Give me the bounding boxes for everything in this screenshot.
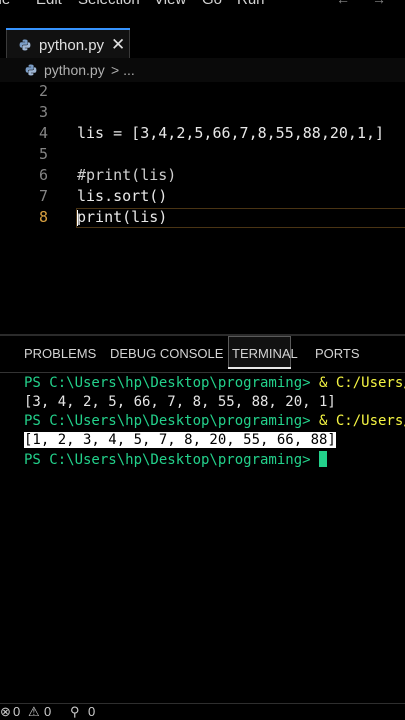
line-number: 8 bbox=[38, 208, 48, 226]
terminal-output: [3, 4, 2, 5, 66, 7, 8, 55, 88, 20, 1] bbox=[24, 394, 336, 410]
code-text: #print(lis) bbox=[77, 166, 177, 184]
warning-icon[interactable]: ⚠ bbox=[28, 704, 40, 720]
code-editor[interactable]: 2 3 4 lis = [3,4,2,5,66,7,8,55,88,20,1,]… bbox=[0, 82, 405, 334]
back-arrow-icon[interactable]: ← bbox=[336, 0, 350, 7]
code-line[interactable]: 6 #print(lis) bbox=[0, 166, 405, 187]
terminal-output-selected: [1, 2, 3, 4, 5, 7, 8, 20, 55, 66, 88] bbox=[24, 432, 336, 448]
breadcrumb-symbols[interactable]: > ... bbox=[111, 62, 135, 78]
status-bar: ⊗ 0 ⚠ 0 ⚲ 0 bbox=[0, 703, 405, 720]
menu-view[interactable]: View bbox=[154, 0, 186, 8]
terminal-command bbox=[311, 452, 319, 468]
active-tab-underline bbox=[228, 367, 291, 369]
line-number: 4 bbox=[38, 124, 48, 142]
text-caret bbox=[77, 210, 78, 226]
tab-label: python.py bbox=[39, 37, 105, 54]
code-text: lis.sort() bbox=[77, 187, 168, 205]
tab-debug-console[interactable]: DEBUG CONSOLE bbox=[110, 346, 223, 361]
terminal-command: & C:/Users/h bbox=[319, 375, 405, 391]
tab-problems[interactable]: PROBLEMS bbox=[24, 346, 96, 361]
code-line[interactable]: 4 lis = [3,4,2,5,66,7,8,55,88,20,1,] bbox=[0, 124, 405, 145]
breadcrumb-file[interactable]: python.py bbox=[44, 62, 105, 78]
menu-bar: File Edit Selection View Go Run ← → bbox=[0, 0, 405, 8]
close-icon[interactable]: ✕ bbox=[111, 35, 125, 55]
menu-go[interactable]: Go bbox=[202, 0, 222, 8]
editor-tab-bar: python.py ✕ bbox=[0, 8, 405, 62]
terminal-line: PS C:\Users\hp\Desktop\programing> bbox=[24, 451, 328, 470]
terminal-line: PS C:\Users\hp\Desktop\programing> & C:/… bbox=[24, 375, 405, 394]
ports-icon[interactable]: ⚲ bbox=[70, 704, 80, 720]
code-line[interactable]: 2 bbox=[0, 82, 405, 103]
warning-count[interactable]: 0 bbox=[44, 704, 51, 719]
line-number: 7 bbox=[38, 187, 48, 205]
error-count[interactable]: 0 bbox=[13, 704, 20, 719]
line-number: 6 bbox=[38, 166, 48, 184]
terminal-cursor bbox=[319, 451, 328, 467]
line-number: 2 bbox=[38, 82, 48, 100]
tab-ports[interactable]: PORTS bbox=[315, 346, 360, 361]
tab-terminal[interactable]: TERMINAL bbox=[232, 346, 298, 361]
breadcrumb: python.py > ... bbox=[0, 58, 405, 82]
terminal-prompt: PS C:\Users\hp\Desktop\programing> bbox=[24, 413, 311, 429]
tab-active-indicator bbox=[6, 28, 130, 30]
code-line[interactable]: 7 lis.sort() bbox=[0, 187, 405, 208]
terminal[interactable]: PS C:\Users\hp\Desktop\programing> & C:/… bbox=[0, 373, 405, 703]
line-number: 5 bbox=[38, 145, 48, 163]
tab-python-py[interactable]: python.py ✕ bbox=[6, 28, 130, 62]
terminal-prompt: PS C:\Users\hp\Desktop\programing> bbox=[24, 452, 311, 468]
code-line[interactable]: 5 bbox=[0, 145, 405, 166]
menu-run[interactable]: Run bbox=[237, 0, 265, 8]
terminal-line: [1, 2, 3, 4, 5, 7, 8, 20, 55, 66, 88] bbox=[24, 432, 336, 451]
terminal-line: PS C:\Users\hp\Desktop\programing> & C:/… bbox=[24, 413, 405, 432]
python-file-icon bbox=[25, 64, 37, 76]
error-icon[interactable]: ⊗ bbox=[0, 704, 11, 720]
ports-count[interactable]: 0 bbox=[88, 704, 95, 719]
line-number: 3 bbox=[38, 103, 48, 121]
terminal-prompt: PS C:\Users\hp\Desktop\programing> bbox=[24, 375, 311, 391]
code-text: lis = [3,4,2,5,66,7,8,55,88,20,1,] bbox=[77, 124, 385, 142]
menu-edit[interactable]: Edit bbox=[36, 0, 62, 8]
terminal-command: & C:/Users/h bbox=[319, 413, 405, 429]
menu-selection[interactable]: Selection bbox=[78, 0, 140, 8]
code-text: print(lis) bbox=[77, 208, 168, 226]
code-line-current[interactable]: 8 print(lis) bbox=[0, 208, 405, 229]
code-line[interactable]: 3 bbox=[0, 103, 405, 124]
python-file-icon bbox=[19, 39, 31, 51]
forward-arrow-icon[interactable]: → bbox=[372, 0, 386, 7]
menu-file[interactable]: File bbox=[0, 0, 10, 8]
panel-tab-bar: PROBLEMS DEBUG CONSOLE TERMINAL PORTS bbox=[0, 336, 405, 372]
